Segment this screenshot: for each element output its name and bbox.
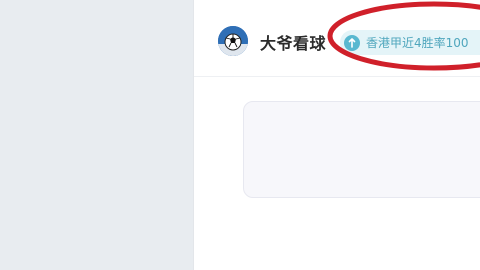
soccer-ball-avatar-icon bbox=[218, 26, 248, 56]
profile-header: 大爷看球 香港甲近4胜率100 bbox=[194, 0, 480, 77]
arrow-up-icon bbox=[344, 34, 360, 51]
main-content: 大爷看球 香港甲近4胜率100 bbox=[194, 0, 480, 270]
content-card bbox=[243, 101, 480, 198]
win-rate-badge: 香港甲近4胜率100 bbox=[340, 30, 480, 55]
avatar[interactable] bbox=[218, 26, 248, 56]
badge-label: 香港甲近4胜率100 bbox=[366, 36, 469, 50]
profile-name: 大爷看球 bbox=[260, 34, 327, 53]
left-panel bbox=[0, 0, 193, 270]
